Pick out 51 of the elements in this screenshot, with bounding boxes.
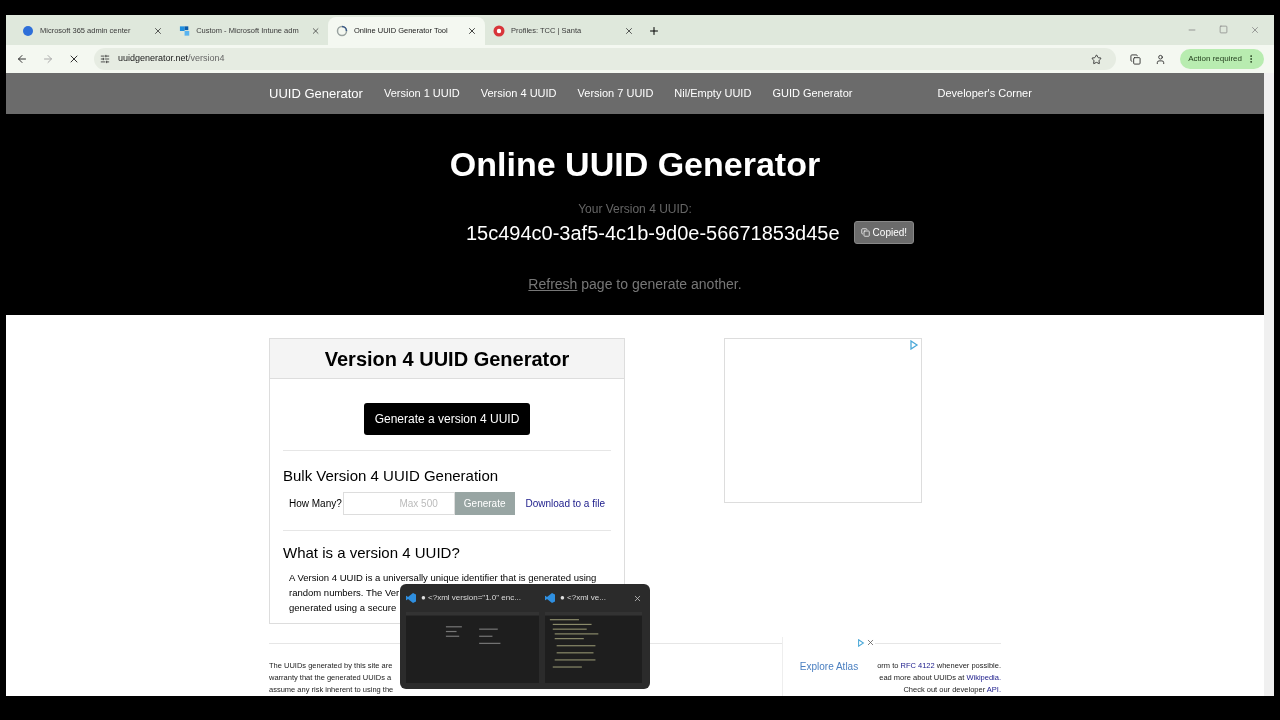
code-editor-icon (406, 593, 416, 603)
nav-link[interactable]: Version 7 UUID (577, 85, 654, 102)
card-title: Version 4 UUID Generator (324, 346, 570, 372)
page-title: Online UUID Generator (449, 143, 821, 184)
nav-link[interactable]: Version 4 UUID (480, 85, 557, 102)
window-preview-title[interactable]: ● <?xml version="1.0" enc... (421, 592, 521, 604)
nav-link[interactable]: GUID Generator (772, 85, 853, 102)
how-many-field[interactable]: Max 500 (342, 491, 455, 515)
window-thumbnail[interactable] (406, 612, 539, 683)
close-icon[interactable] (467, 26, 477, 36)
ad-choices-icon[interactable] (909, 340, 919, 350)
download-link[interactable]: Download to a file (525, 495, 605, 511)
address-bar[interactable]: uuidgenerator.net/version4 (94, 48, 1117, 70)
site-settings-icon[interactable] (100, 54, 110, 64)
round-logo-icon (493, 25, 505, 37)
url-text: uuidgenerator.net/version4 (118, 52, 225, 66)
brand-link[interactable]: UUID Generator (269, 83, 363, 103)
about-text-line: random numbers. The Ver (289, 586, 400, 600)
action-required-button[interactable]: Action required (1180, 49, 1264, 69)
back-icon[interactable] (16, 53, 28, 65)
new-tab-icon[interactable] (648, 25, 660, 37)
nav-link[interactable]: Nil/Empty UUID (674, 85, 752, 102)
code-editor-icon (545, 593, 555, 603)
nav-link[interactable]: Version 1 UUID (383, 85, 460, 102)
close-icon[interactable] (624, 26, 634, 36)
about-title: What is a version 4 UUID? (283, 542, 461, 563)
window-preview-title[interactable]: ● <?xml ve... (560, 592, 606, 604)
copy-icon (860, 228, 870, 237)
stop-icon[interactable] (68, 53, 80, 65)
how-many-label: How Many? (289, 496, 343, 511)
bulk-title: Bulk Version 4 UUID Generation (283, 466, 500, 486)
squares-logo-icon (179, 25, 191, 37)
refresh-link[interactable]: Refresh (528, 275, 578, 292)
generate-button[interactable]: Generate a version 4 UUID (363, 403, 531, 435)
about-text-line: generated using a secure (289, 601, 397, 615)
refresh-text: page to generate another. (581, 275, 742, 292)
bookmark-star-icon[interactable] (1091, 53, 1103, 65)
profile-icon[interactable] (1155, 53, 1167, 65)
nav-link[interactable]: Developer's Corner (937, 85, 1032, 102)
close-icon[interactable] (153, 26, 163, 36)
about-text-line: A Version 4 UUID is a universally unique identifier that is generated using (289, 571, 597, 585)
uuid-label: Your Version 4 UUID: (578, 200, 692, 218)
copied-button[interactable]: Copied! (853, 221, 915, 244)
window-thumbnail[interactable] (545, 612, 642, 683)
ad-label[interactable]: Explore Atlas (799, 659, 859, 674)
close-ad-icon[interactable] (866, 638, 875, 647)
close-icon[interactable] (633, 593, 642, 603)
ad-choices-icon[interactable] (857, 639, 865, 647)
loading-spinner-icon (336, 25, 348, 37)
cloud-logo-icon (22, 25, 34, 37)
uuid-value: 15c494c0-3af5-4c1b-9d0e-56671853d45e (465, 220, 840, 246)
